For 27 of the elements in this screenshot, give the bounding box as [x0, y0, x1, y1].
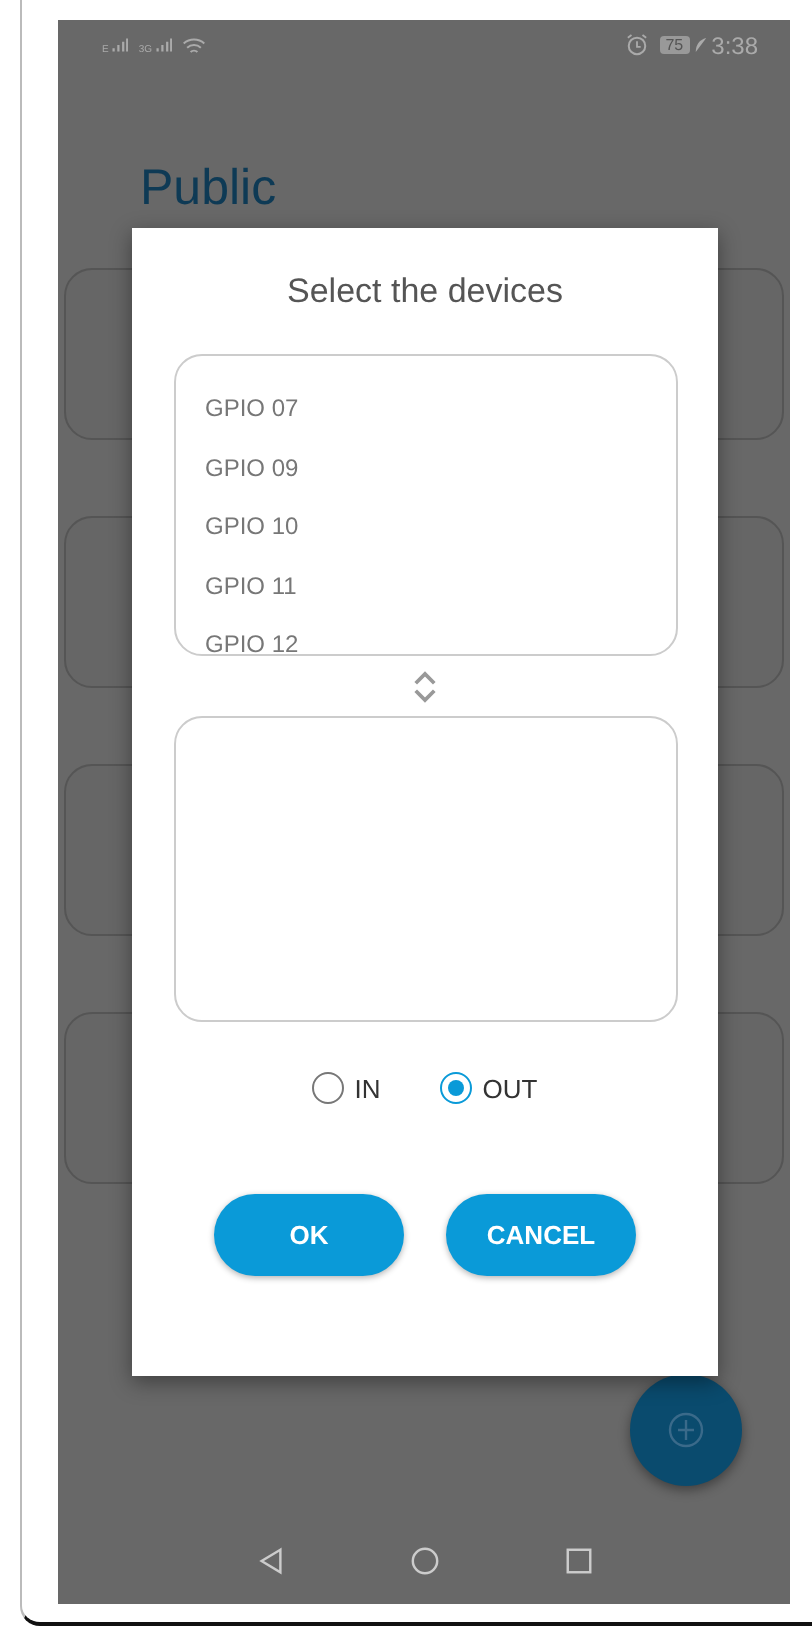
plus-icon	[666, 1410, 706, 1450]
device-list[interactable]: GPIO 07 GPIO 09 GPIO 10 GPIO 11 GPIO 12	[173, 354, 677, 656]
home-icon[interactable]	[409, 1545, 439, 1575]
direction-radio[interactable]: IN	[312, 1072, 381, 1104]
dialog-button[interactable]: OK	[214, 1194, 404, 1276]
device-item[interactable]: GPIO 10	[205, 498, 645, 557]
back-icon[interactable]	[255, 1545, 285, 1575]
signal-icon	[112, 38, 129, 52]
device-item[interactable]: GPIO 11	[205, 557, 645, 616]
device-item[interactable]: GPIO 07	[205, 380, 645, 439]
device-item[interactable]: GPIO 09	[205, 439, 645, 498]
recents-icon[interactable]	[563, 1545, 593, 1575]
direction-radio[interactable]: OUT	[440, 1072, 538, 1104]
add-button[interactable]	[630, 1374, 742, 1486]
swap-icon[interactable]	[412, 670, 438, 704]
page-title: Public	[140, 160, 279, 218]
battery-level: 75	[659, 36, 690, 54]
clock-time: 3:38	[711, 31, 758, 59]
alarm-icon	[625, 34, 648, 56]
dialog-title: Select the devices	[287, 272, 563, 312]
radio-icon[interactable]	[440, 1072, 473, 1104]
dialog-button[interactable]: CANCEL	[446, 1194, 636, 1276]
leaf-icon	[693, 36, 708, 54]
device-item[interactable]: GPIO 12	[205, 616, 645, 654]
signal-icon	[156, 38, 173, 52]
wifi-icon	[182, 35, 207, 55]
radio-icon[interactable]	[312, 1072, 345, 1104]
